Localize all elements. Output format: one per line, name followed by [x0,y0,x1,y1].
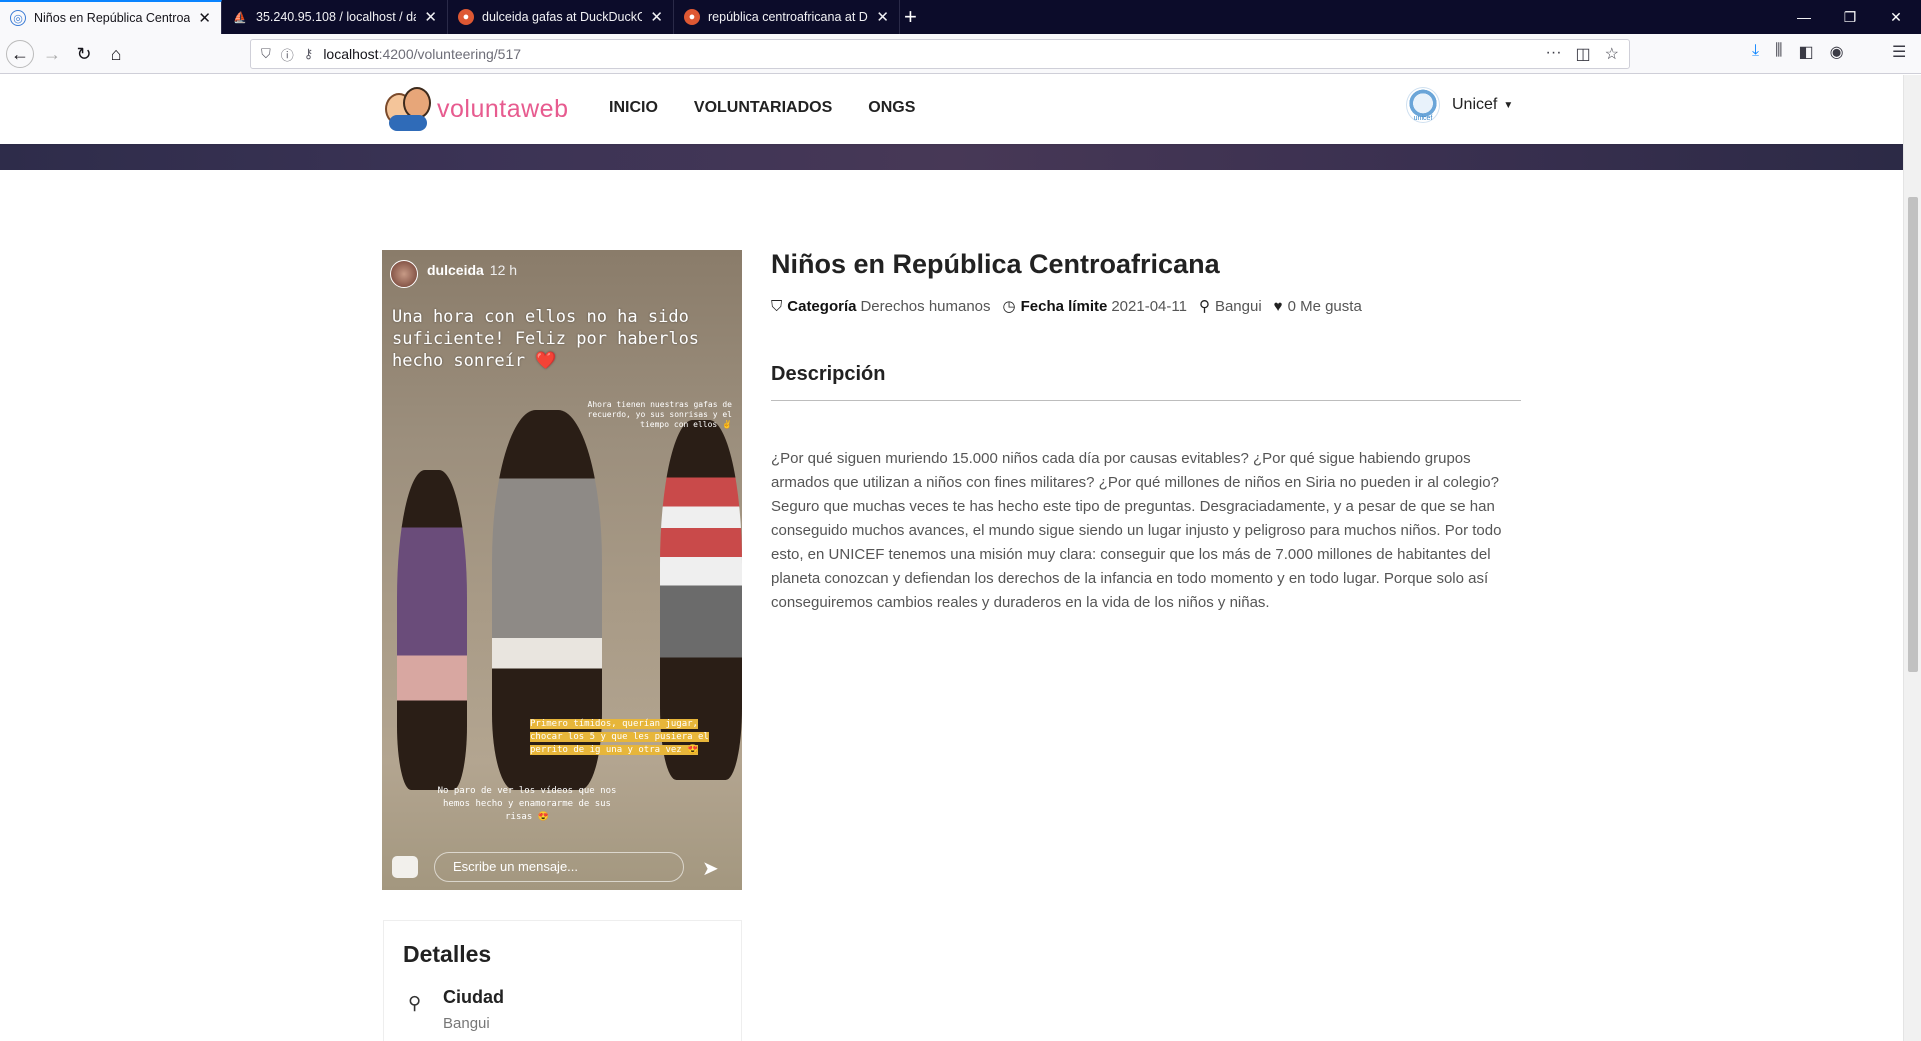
tab-title: dulceida gafas at DuckDuckGo [482,10,643,24]
story-time: 12 h [489,262,518,278]
map-pin-icon: ⚲ [408,993,422,1013]
pocket-icon[interactable]: ◫ [1576,44,1591,64]
menu-icon[interactable]: ☰ [1892,42,1906,62]
downloads-icon[interactable]: ⤓ [1752,42,1759,62]
story-avatar [390,260,418,288]
more-actions-icon[interactable]: ··· [1546,44,1562,64]
city-value: Bangui [1214,297,1262,315]
page-scrollbar[interactable] [1903,75,1921,1041]
menu-item-ongs[interactable]: ONGS [868,99,915,117]
details-city-label: Ciudad [443,987,504,1007]
globe-icon: ◎ [10,10,26,26]
menu-item-inicio[interactable]: INICIO [609,99,658,117]
likes-value: 0 Me gusta [1287,297,1362,315]
story-tag-text: Primero tímidos, querían jugar, chocar l… [530,719,709,755]
clock-icon: ◷ [1002,298,1016,315]
duckduckgo-icon: ● [684,9,700,25]
account-icon[interactable]: ◉ [1830,42,1844,62]
story-caption: Una hora con ellos no ha sido suficiente… [392,307,700,371]
scrollbar-thumb[interactable] [1908,197,1918,672]
close-tab-icon[interactable]: ✕ [424,8,437,26]
main-menu: INICIO VOLUNTARIADOS ONGS [609,99,915,117]
minimize-button[interactable]: — [1781,0,1827,34]
tab-duckduckgo-1[interactable]: ● dulceida gafas at DuckDuckGo ✕ [448,0,674,34]
reload-button[interactable]: ↻ [70,40,98,68]
url-path: :4200/volunteering/517 [378,46,522,62]
library-icon[interactable]: ⫼ [1775,42,1782,62]
user-menu[interactable]: unicef Unicef ▼ [1406,87,1513,123]
logo-faces-icon [385,85,431,133]
key-icon[interactable]: ⚷ [304,46,314,62]
story-bottom-note: No paro de ver los vídeos que nos hemos … [437,786,617,822]
deadline-label: Fecha límite [1020,297,1108,315]
location-meta: ⚲ Bangui [1198,297,1262,316]
close-window-button[interactable]: ✕ [1873,0,1919,34]
caret-down-icon: ▼ [1503,99,1514,111]
close-tab-icon[interactable]: ✕ [876,8,889,26]
user-avatar: unicef [1406,87,1440,123]
story-reply-bar: Escribe un mensaje... ➤ [382,844,742,890]
camera-icon [392,856,418,878]
restore-button[interactable]: ❐ [1827,0,1873,34]
back-button[interactable]: ← [6,40,34,68]
info-icon[interactable]: ⓘ [281,45,294,64]
logo-text: voluntaweb [437,94,569,123]
tab-active[interactable]: ◎ Niños en República Centroafric ✕ [0,0,222,34]
close-tab-icon[interactable]: ✕ [198,9,211,27]
forward-button[interactable]: → [38,40,66,68]
browser-tab-bar: ◎ Niños en República Centroafric ✕ ⛵ 35.… [0,0,1921,34]
details-heading: Detalles [403,941,492,967]
new-tab-button[interactable]: + [904,4,917,30]
story-small-note: Ahora tienen nuestras gafas de recuerdo,… [587,400,733,429]
hero-banner [0,144,1903,170]
menu-item-voluntariados[interactable]: VOLUNTARIADOS [694,99,832,117]
page-viewport: voluntaweb INICIO VOLUNTARIADOS ONGS uni… [0,75,1903,1041]
story-tag: Primero tímidos, querían jugar, chocar l… [530,718,715,757]
details-city-value: Bangui [443,1015,490,1032]
story-username: dulceida [427,262,484,278]
category-label: Categoría [787,297,857,315]
browser-nav-bar: ← → ↻ ⌂ ⛉ ⓘ ⚷ localhost:4200/volunteerin… [0,34,1921,74]
close-tab-icon[interactable]: ✕ [650,8,663,26]
tab-title: república centroafricana at Duc [708,10,869,24]
deadline-value: 2021-04-11 [1111,297,1187,315]
bookmark-icon: ⛉ [771,297,783,315]
volunteering-photo: dulceida 12 h Una hora con ellos no ha si… [382,250,742,890]
site-navbar: voluntaweb INICIO VOLUNTARIADOS ONGS uni… [0,75,1903,144]
likes-meta[interactable]: ♥ 0 Me gusta [1274,298,1362,315]
url-host: localhost [323,46,379,62]
tab-duckduckgo-2[interactable]: ● república centroafricana at Duc ✕ [674,0,900,34]
category-value: Derechos humanos [860,297,991,315]
shield-icon[interactable]: ⛉ [261,46,271,62]
deadline-meta: ◷ Fecha límite 2021-04-11 [1002,297,1187,316]
description-heading: Descripción [771,363,886,385]
details-card: Detalles ⚲ Ciudad Bangui [383,920,742,1041]
url-bar[interactable]: ⛉ ⓘ ⚷ localhost:4200/volunteering/517 ··… [250,39,1630,69]
volunteering-title: Niños en República Centroafricana [771,249,1220,279]
tab-title: 35.240.95.108 / localhost / dani [256,10,417,24]
sidebar-icon[interactable]: ◧ [1798,42,1813,62]
story-reply-placeholder: Escribe un mensaje... [434,852,684,882]
duckduckgo-icon: ● [458,9,474,25]
bookmark-star-icon[interactable]: ☆ [1605,44,1619,64]
category-meta: ⛉ Categoría Derechos humanos [771,298,991,315]
photo-figure [397,470,467,790]
phpmyadmin-icon: ⛵ [233,11,247,24]
user-name: Unicef [1452,96,1498,113]
tab-phpmyadmin[interactable]: ⛵ 35.240.95.108 / localhost / dani ✕ [222,0,448,34]
send-icon: ➤ [702,858,719,880]
story-header: dulceida 12 h [427,262,517,278]
home-button[interactable]: ⌂ [102,40,130,68]
site-logo[interactable]: voluntaweb [385,85,568,133]
tab-title: Niños en República Centroafric [34,11,191,25]
heart-icon[interactable]: ♥ [1274,298,1283,315]
volunteering-meta: ⛉ Categoría Derechos humanos ◷ Fecha lím… [771,297,1374,316]
description-text: ¿Por qué siguen muriendo 15.000 niños ca… [771,450,1502,611]
avatar-text: unicef [1413,115,1433,122]
description-divider [771,400,1521,401]
map-pin-icon: ⚲ [1198,298,1210,315]
